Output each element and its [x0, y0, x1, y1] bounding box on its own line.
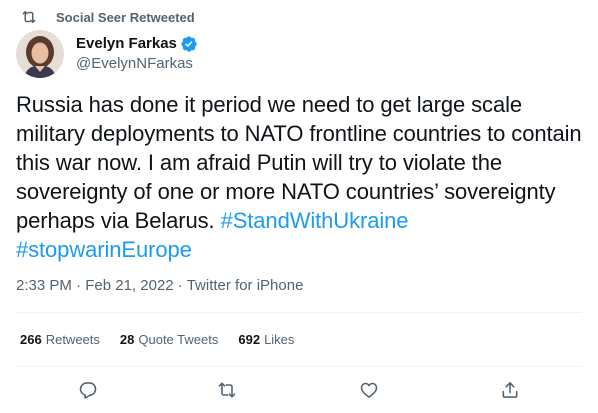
author-handle[interactable]: @EvelynNFarkas — [76, 54, 198, 74]
quote-tweets-label: Quote Tweets — [138, 332, 219, 347]
tweet-text: Russia has done it period we need to get… — [16, 90, 582, 264]
retweet-icon[interactable] — [216, 379, 238, 401]
tweet-actions — [16, 375, 582, 405]
retweets-stat[interactable]: 266 Retweets — [20, 331, 100, 349]
tweet-date[interactable]: Feb 21, 2022 — [85, 277, 173, 294]
retweet-banner-text: Social Seer Retweeted — [56, 9, 195, 25]
display-name[interactable]: Evelyn Farkas — [76, 34, 177, 54]
avatar[interactable] — [16, 30, 64, 78]
likes-label: Likes — [264, 332, 295, 347]
reply-icon[interactable] — [77, 379, 99, 401]
likes-count: 692 — [238, 332, 261, 347]
verified-badge-icon — [180, 35, 198, 53]
retweets-label: Retweets — [45, 332, 100, 347]
retweet-icon — [20, 8, 38, 26]
likes-stat[interactable]: 692 Likes — [238, 331, 294, 349]
share-icon[interactable] — [499, 379, 521, 401]
retweets-count: 266 — [20, 332, 42, 347]
hashtag-link[interactable]: #stopwarinEurope — [16, 237, 192, 262]
quote-tweets-stat[interactable]: 28 Quote Tweets — [120, 331, 218, 349]
tweet-time[interactable]: 2:33 PM — [16, 277, 72, 294]
tweet-stats: 266 Retweets 28 Quote Tweets 692 Likes — [20, 331, 314, 349]
tweet-meta: 2:33 PM · Feb 21, 2022 · Twitter for iPh… — [16, 277, 304, 294]
quote-tweets-count: 28 — [119, 332, 135, 347]
hashtag-link[interactable]: #StandWithUkraine — [221, 208, 409, 233]
retweet-banner[interactable]: Social Seer Retweeted — [20, 7, 195, 27]
tweet-author: Evelyn Farkas @EvelynNFarkas — [16, 30, 198, 78]
tweet-source[interactable]: Twitter for iPhone — [187, 277, 304, 294]
like-icon[interactable] — [358, 379, 380, 401]
divider — [16, 366, 582, 367]
divider — [16, 312, 582, 313]
